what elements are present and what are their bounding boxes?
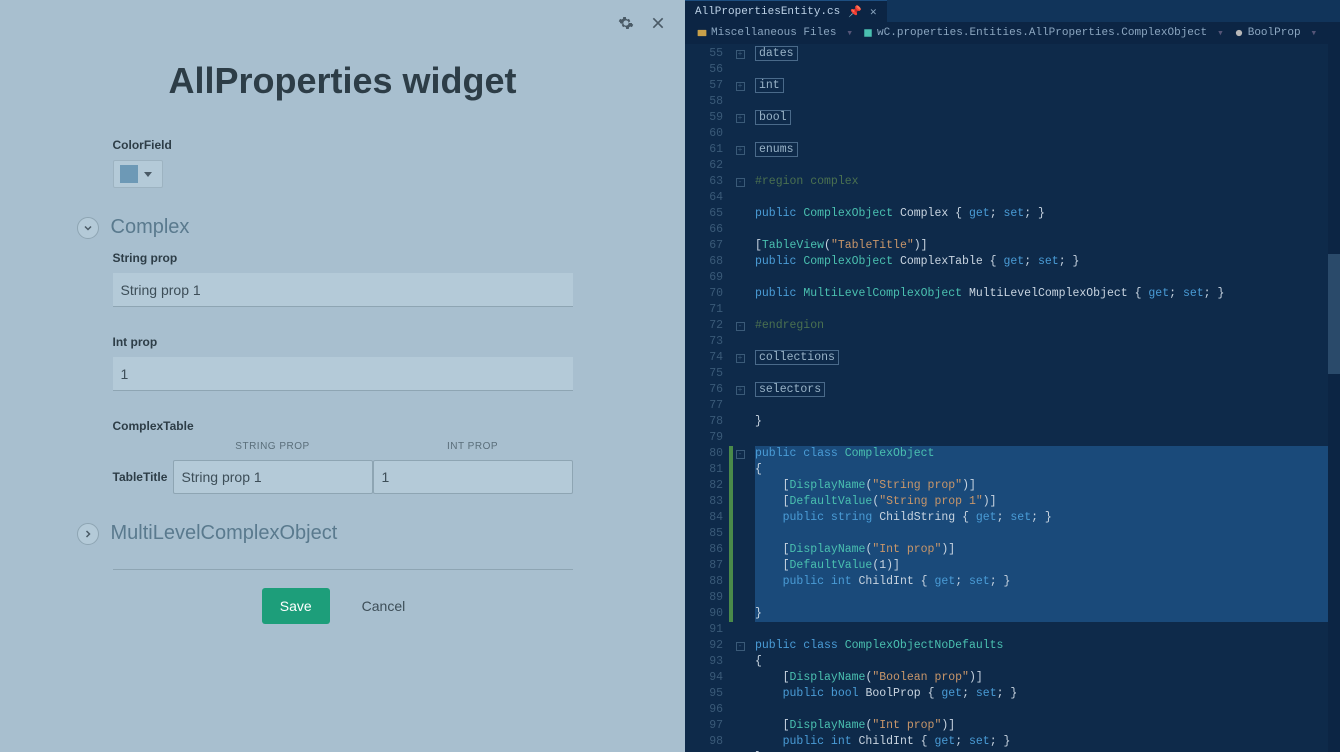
- code-editor: AllPropertiesEntity.cs 📌 ✕ Miscellaneous…: [685, 0, 1340, 752]
- form-body: ColorField Complex String prop Int prop …: [113, 138, 573, 624]
- fold-toggle[interactable]: +: [736, 354, 745, 363]
- fold-toggle[interactable]: -: [736, 450, 745, 459]
- table-cell-string[interactable]: [173, 460, 373, 494]
- section-title-complex: Complex: [111, 216, 190, 239]
- complextable-label: ComplexTable: [113, 419, 573, 433]
- gear-icon[interactable]: [617, 14, 635, 32]
- editor-tab[interactable]: AllPropertiesEntity.cs 📌 ✕: [685, 0, 887, 22]
- divider: [113, 569, 573, 570]
- pin-icon[interactable]: 📌: [848, 5, 862, 19]
- line-gutter: 5556575859606162636465666768697071727374…: [685, 44, 729, 752]
- fold-toggle[interactable]: +: [736, 82, 745, 91]
- section-title-multilevel: MultiLevelComplexObject: [111, 522, 338, 545]
- fold-toggle[interactable]: +: [736, 386, 745, 395]
- dialog-panel: AllProperties widget ColorField Complex …: [0, 0, 685, 752]
- section-toggle-complex[interactable]: [77, 217, 99, 239]
- tab-close-icon[interactable]: ✕: [870, 5, 877, 19]
- section-toggle-multilevel[interactable]: [77, 523, 99, 545]
- fold-toggle[interactable]: +: [736, 114, 745, 123]
- fold-gutter: ++++--++----: [733, 44, 747, 752]
- breadcrumb-member[interactable]: BoolProp: [1234, 27, 1301, 39]
- fold-toggle[interactable]: -: [736, 178, 745, 187]
- table-row: TableTitle: [113, 460, 573, 494]
- dialog-title: AllProperties widget: [168, 60, 516, 102]
- scrollbar-thumb[interactable]: [1328, 254, 1340, 374]
- table-cell-int[interactable]: [373, 460, 573, 494]
- breadcrumb: Miscellaneous Files ▾ wC.properties.Enti…: [685, 22, 1340, 44]
- tab-bar: AllPropertiesEntity.cs 📌 ✕: [685, 0, 1340, 22]
- scrollbar[interactable]: [1328, 44, 1340, 752]
- chevron-down-icon: [144, 172, 152, 177]
- stringprop-label: String prop: [113, 251, 573, 265]
- tab-label: AllPropertiesEntity.cs: [695, 6, 840, 18]
- breadcrumb-project[interactable]: Miscellaneous Files: [697, 27, 836, 39]
- breadcrumb-namespace[interactable]: wC.properties.Entities.AllProperties.Com…: [863, 27, 1207, 39]
- colorfield-label: ColorField: [113, 138, 573, 152]
- code-lines[interactable]: dates int bool enums #region complex pub…: [747, 44, 1340, 752]
- stringprop-input[interactable]: [113, 273, 573, 307]
- table-header-string: STRING PROP: [173, 441, 373, 452]
- fold-toggle[interactable]: +: [736, 146, 745, 155]
- fold-toggle[interactable]: -: [736, 322, 745, 331]
- close-icon[interactable]: [649, 14, 667, 32]
- colorfield-picker[interactable]: [113, 160, 163, 188]
- code-area[interactable]: 5556575859606162636465666768697071727374…: [685, 44, 1340, 752]
- table-row-label: TableTitle: [113, 470, 173, 484]
- fold-toggle[interactable]: +: [736, 50, 745, 59]
- fold-toggle[interactable]: -: [736, 642, 745, 651]
- color-swatch-icon: [120, 165, 138, 183]
- save-button[interactable]: Save: [262, 588, 330, 624]
- table-header-int: INT PROP: [373, 441, 573, 452]
- cancel-button[interactable]: Cancel: [344, 588, 424, 624]
- intprop-input[interactable]: [113, 357, 573, 391]
- intprop-label: Int prop: [113, 335, 573, 349]
